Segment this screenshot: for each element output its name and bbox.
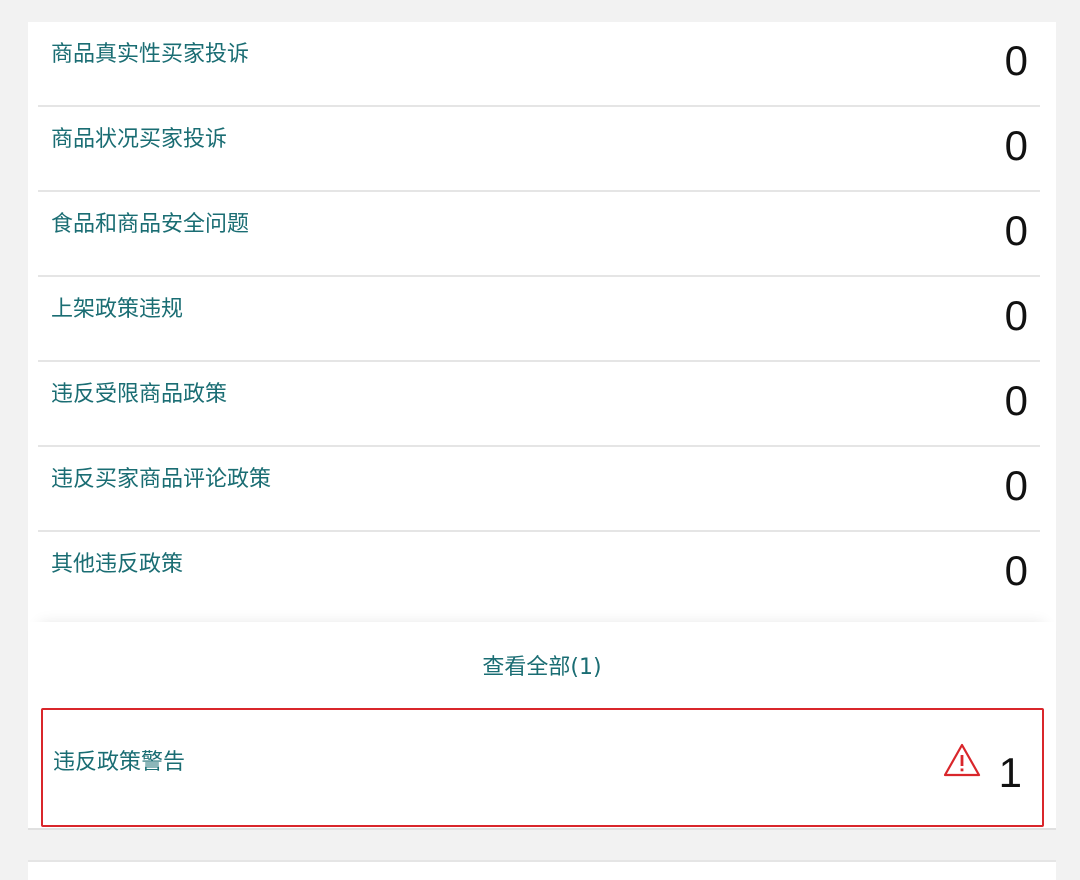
policy-warning-count: 1 xyxy=(998,749,1022,796)
metric-count-restricted: 0 xyxy=(1004,377,1028,424)
metric-label-safety[interactable]: 食品和商品安全问题 xyxy=(51,206,249,238)
metric-label-other[interactable]: 其他违反政策 xyxy=(51,546,183,578)
metric-count-reviews: 0 xyxy=(1004,462,1028,509)
policy-warning-highlight: 违反政策警告 1 xyxy=(41,708,1044,827)
metric-row-restricted: 违反受限商品政策 0 xyxy=(38,362,1040,447)
metric-row-authenticity: 商品真实性买家投诉 0 xyxy=(38,22,1040,107)
metric-count-authenticity: 0 xyxy=(1004,37,1028,84)
next-section-edge xyxy=(28,860,1056,880)
metric-label-reviews[interactable]: 违反买家商品评论政策 xyxy=(51,461,271,493)
metric-label-condition[interactable]: 商品状况买家投诉 xyxy=(51,121,227,153)
metric-row-condition: 商品状况买家投诉 0 xyxy=(38,107,1040,192)
metrics-list: 商品真实性买家投诉 0 商品状况买家投诉 0 食品和商品安全问题 0 上架政策违… xyxy=(38,22,1040,617)
policy-metrics-card: 商品真实性买家投诉 0 商品状况买家投诉 0 食品和商品安全问题 0 上架政策违… xyxy=(28,22,1056,709)
metric-label-listing[interactable]: 上架政策违规 xyxy=(51,291,183,323)
metric-row-other: 其他违反政策 0 xyxy=(38,532,1040,617)
metric-count-safety: 0 xyxy=(1004,207,1028,254)
metric-count-listing: 0 xyxy=(1004,292,1028,339)
metric-row-reviews: 违反买家商品评论政策 0 xyxy=(38,447,1040,532)
policy-warning-card: 违反政策警告 1 xyxy=(28,708,1056,830)
metric-row-listing: 上架政策违规 0 xyxy=(38,277,1040,362)
metric-label-authenticity[interactable]: 商品真实性买家投诉 xyxy=(51,36,249,68)
warning-triangle-icon xyxy=(943,743,981,777)
metric-label-restricted[interactable]: 违反受限商品政策 xyxy=(51,376,227,408)
view-all-link[interactable]: 查看全部(1) xyxy=(28,649,1056,681)
metric-count-other: 0 xyxy=(1004,547,1028,594)
metric-count-condition: 0 xyxy=(1004,122,1028,169)
metric-row-safety: 食品和商品安全问题 0 xyxy=(38,192,1040,277)
view-all-section: 查看全部(1) xyxy=(28,622,1056,709)
policy-warning-label[interactable]: 违反政策警告 xyxy=(53,744,185,776)
